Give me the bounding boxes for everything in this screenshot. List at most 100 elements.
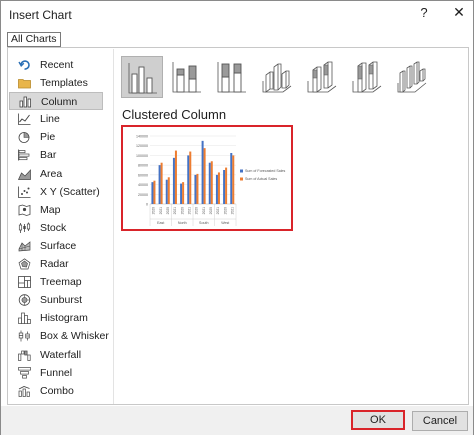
- sidebar-item-label: Bar: [40, 149, 57, 162]
- x-tick-label: 2020: [180, 207, 184, 215]
- bar-actual: [203, 148, 206, 204]
- bar-forecasted: [158, 165, 161, 204]
- sidebar-item-stock[interactable]: Stock: [9, 219, 103, 237]
- radar-chart-icon: [18, 258, 31, 270]
- bar-actual: [196, 173, 199, 204]
- 3d-stacked-column-icon[interactable]: [301, 56, 343, 98]
- legend-label: Sum of Actual Sales: [245, 177, 277, 181]
- sidebar-item-recent[interactable]: Recent: [9, 56, 103, 74]
- treemap-chart-icon: [18, 276, 31, 289]
- scatter-chart-icon: [18, 186, 31, 198]
- waterfall-chart-icon: [18, 349, 31, 361]
- bar-forecasted: [165, 179, 168, 204]
- x-tick-label: 2021: [159, 207, 163, 215]
- bar-actual: [217, 172, 220, 204]
- sidebar-item-label: Funnel: [40, 366, 73, 379]
- dialog-title: Insert Chart: [9, 8, 72, 22]
- stacked-column-icon[interactable]: [166, 56, 208, 98]
- title-bar: Insert Chart ? ✕: [1, 1, 473, 27]
- x-tick-label: 2021: [216, 207, 220, 215]
- sidebar-item-surface[interactable]: Surface: [9, 237, 103, 255]
- sidebar-item-column[interactable]: Column: [9, 92, 103, 111]
- x-tick-label: 2020: [209, 207, 213, 215]
- help-icon[interactable]: ?: [416, 5, 432, 23]
- chart-preview[interactable]: 0 20000 40000 60000 80000 100000 120000 140000 2…: [121, 125, 293, 231]
- histogram-chart-icon: [18, 312, 31, 325]
- sidebar-item-pie[interactable]: Pie: [9, 128, 103, 146]
- bar-forecasted: [223, 170, 226, 204]
- group-label: East: [157, 221, 164, 225]
- legend-label: Sum of Forecasted Sales: [245, 169, 286, 173]
- x-tick-label: 2020: [223, 207, 227, 215]
- 100-stacked-column-icon[interactable]: [211, 56, 253, 98]
- sidebar-item-area[interactable]: Area: [9, 165, 103, 183]
- bar-actual: [174, 150, 177, 204]
- panel-divider: [113, 49, 114, 404]
- close-icon[interactable]: ✕: [450, 4, 468, 22]
- 3d-100-stacked-column-icon[interactable]: [346, 56, 388, 98]
- bar-forecasted: [151, 182, 154, 204]
- clustered-column-icon[interactable]: [121, 56, 163, 98]
- x-tick-label: 2021: [202, 207, 206, 215]
- sidebar-item-line[interactable]: Line: [9, 110, 103, 128]
- tab-all-charts[interactable]: All Charts: [7, 32, 61, 47]
- sidebar-item-waterfall[interactable]: Waterfall: [9, 346, 103, 364]
- line-chart-icon: [18, 113, 31, 126]
- sidebar-item-box-whisker[interactable]: Box & Whisker: [9, 327, 109, 345]
- bar-chart-icon: [18, 149, 31, 161]
- x-tick-label: 2021: [173, 207, 177, 215]
- x-tick-label: 2020: [166, 207, 170, 215]
- sidebar-item-templates[interactable]: Templates: [9, 74, 103, 92]
- sidebar-item-map[interactable]: Map: [9, 201, 103, 219]
- y-tick-label: 100000: [136, 154, 148, 158]
- x-tick-label: 2020: [152, 207, 156, 215]
- y-tick-label: 140000: [136, 135, 148, 139]
- sidebar-item-label: Combo: [40, 384, 74, 397]
- bar-actual: [210, 161, 213, 204]
- y-tick-label: 120000: [136, 144, 148, 148]
- sidebar-item-histogram[interactable]: Histogram: [9, 309, 103, 327]
- sidebar-item-label: Pie: [40, 131, 56, 144]
- legend-swatch: [240, 169, 243, 173]
- preview-chart-svg: 0 20000 40000 60000 80000 100000 120000 140000 2…: [136, 135, 286, 226]
- sidebar-item-label: Line: [40, 113, 60, 126]
- 3d-clustered-column-icon[interactable]: [256, 56, 298, 98]
- surface-chart-icon: [18, 240, 31, 252]
- x-tick-label: 2021: [230, 207, 234, 215]
- sidebar-item-bar[interactable]: Bar: [9, 146, 103, 164]
- funnel-chart-icon: [18, 366, 31, 379]
- cancel-button[interactable]: Cancel: [412, 411, 468, 431]
- group-label: North: [178, 221, 187, 225]
- sidebar-item-label: Box & Whisker: [40, 330, 109, 343]
- sidebar-item-funnel[interactable]: Funnel: [9, 364, 103, 382]
- area-chart-icon: [18, 168, 31, 180]
- y-tick-label: 80000: [138, 164, 148, 168]
- pie-chart-icon: [18, 131, 31, 144]
- y-tick-label: 60000: [138, 173, 148, 177]
- sidebar-item-label: Histogram: [40, 312, 88, 325]
- sidebar-item-label: Templates: [40, 77, 88, 90]
- bar-actual: [232, 155, 235, 204]
- bar-actual: [189, 151, 192, 204]
- bar-forecasted: [180, 183, 183, 204]
- selected-chart-name: Clustered Column: [122, 107, 227, 122]
- sidebar-item-sunburst[interactable]: Sunburst: [9, 291, 103, 309]
- x-tick-label: 2020: [195, 207, 199, 215]
- 3d-column-icon[interactable]: [391, 56, 433, 98]
- insert-chart-dialog: Insert Chart ? ✕ All Charts Recent Templ…: [0, 0, 474, 435]
- sidebar-item-xy-scatter[interactable]: X Y (Scatter): [9, 183, 103, 201]
- sidebar-item-label: Column: [41, 96, 78, 109]
- sidebar-item-radar[interactable]: Radar: [9, 255, 103, 273]
- sidebar-item-label: Waterfall: [40, 348, 82, 361]
- sidebar-item-label: Sunburst: [40, 294, 83, 307]
- bar-actual: [182, 182, 185, 204]
- sidebar-item-label: Surface: [40, 239, 77, 252]
- map-chart-icon: [18, 204, 31, 216]
- sidebar-item-label: Treemap: [40, 276, 82, 289]
- sidebar-item-treemap[interactable]: Treemap: [9, 273, 103, 291]
- bar-actual: [167, 177, 170, 204]
- ok-button[interactable]: OK: [351, 410, 405, 430]
- sidebar-item-label: Recent: [40, 59, 74, 71]
- recent-icon: [18, 59, 31, 71]
- sidebar-item-combo[interactable]: Combo: [9, 382, 103, 400]
